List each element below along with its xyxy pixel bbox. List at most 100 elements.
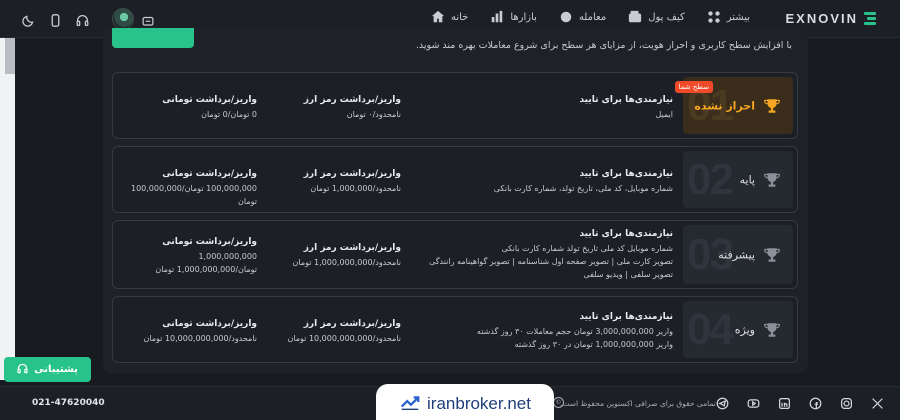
- grid-icon: [707, 10, 721, 24]
- moon-icon[interactable]: [22, 12, 35, 31]
- toman-limit-title: واریز/برداشت تومانی: [162, 237, 257, 247]
- support-button[interactable]: پشتیبانی: [4, 357, 91, 382]
- instagram-icon[interactable]: [840, 397, 853, 410]
- requirement-item: واریز 3,000,000,000 تومان حجم معاملات ۳۰…: [476, 327, 673, 336]
- intro-text: با افزایش سطح کاربری و احراز هویت، از مز…: [415, 40, 792, 51]
- nav-home[interactable]: خانه: [431, 10, 468, 24]
- level-name: پیشرفته: [718, 248, 755, 261]
- iranbroker-watermark: iranbroker.net: [376, 384, 554, 420]
- logo-text: EXNOVIN: [785, 11, 858, 26]
- level-card-3: 03 پیشرفته نیازمندی‌ها برای تایید شماره …: [112, 220, 798, 289]
- nav-home-label: خانه: [450, 11, 469, 23]
- crypto-limit-value: نامحدود/1,000,000,000 تومان: [292, 258, 401, 267]
- x-icon[interactable]: [871, 397, 884, 410]
- level-name: پایه: [739, 173, 755, 186]
- facebook-icon[interactable]: [809, 397, 822, 410]
- nav-markets-label: بازارها: [510, 11, 537, 23]
- level-badge-4: 04 ویژه: [683, 301, 793, 358]
- requirements-column: نیازمندی‌ها برای تایید شماره موبایل کد م…: [429, 229, 673, 281]
- current-level-badge: سطح شما: [674, 81, 713, 93]
- requirement-item: ایمیل: [655, 110, 673, 119]
- trophy-icon: [763, 321, 781, 339]
- trophy-icon: [763, 246, 781, 264]
- crypto-limit-column: واریز/برداشت رمز ارز نامحدود/1,000,000,0…: [293, 243, 401, 269]
- crypto-limit-value: نامحدود/1,000,000 تومان: [310, 184, 401, 193]
- toman-limit-column: واریز/برداشت تومانی 100,000,000 تومان/10…: [117, 169, 257, 208]
- crypto-limit-title: واریز/برداشت رمز ارز: [303, 243, 401, 253]
- crypto-limit-title: واریز/برداشت رمز ارز: [303, 95, 401, 105]
- requirement-item: شماره موبایل کد ملی تاریخ تولد شماره کار…: [501, 244, 674, 253]
- nav-trade[interactable]: معامله: [559, 10, 606, 24]
- copyright-text: تمامی حقوق برای صرافی اکسنوین محفوظ است.: [560, 399, 716, 408]
- level-number: 04: [687, 304, 734, 354]
- requirement-item: تصویر کارت ملی | تصویر صفحه اول شناسنامه…: [429, 257, 673, 266]
- trophy-icon: [763, 97, 781, 115]
- toman-limit-column: واریز/برداشت تومانی 0 تومان/0 تومان: [117, 95, 257, 121]
- level-badge-3: 03 پیشرفته: [683, 225, 793, 284]
- nav-wallet[interactable]: کیف پول: [628, 10, 685, 24]
- level-badge-2: 02 پایه: [683, 151, 793, 208]
- level-card-4: 04 ویژه نیازمندی‌ها برای تایید واریز 3,0…: [112, 296, 798, 363]
- logo-mark-icon: [864, 11, 876, 26]
- scrollbar-thumb[interactable]: [5, 38, 15, 74]
- requirements-column: نیازمندی‌ها برای تایید واریز 3,000,000,0…: [477, 312, 673, 351]
- nav-more[interactable]: بیشتر: [707, 10, 750, 24]
- toman-limit-value: نامحدود/10,000,000,000 تومان: [143, 334, 257, 343]
- nav-wallet-label: کیف پول: [648, 11, 685, 23]
- chart-logo-icon: [399, 391, 421, 417]
- exnovin-logo[interactable]: EXNOVIN: [785, 11, 876, 26]
- crypto-limit-title: واریز/برداشت رمز ارز: [303, 319, 401, 329]
- requirements-title: نیازمندی‌ها برای تایید: [579, 229, 673, 239]
- support-phone[interactable]: 021-47620040: [32, 398, 105, 408]
- upgrade-button[interactable]: [112, 28, 194, 48]
- level-card-2: 02 پایه نیازمندی‌ها برای تایید شماره موب…: [112, 146, 798, 213]
- scrollbar[interactable]: [0, 38, 15, 380]
- linkedin-icon[interactable]: [778, 397, 791, 410]
- headset-icon[interactable]: [76, 12, 89, 31]
- nav-more-label: بیشتر: [726, 11, 750, 23]
- requirement-item: واریز 1,000,000,000 تومان در ۳۰ روز گذشت…: [514, 340, 673, 349]
- crypto-limit-value: نامحدود/10,000,000,000 تومان: [287, 334, 401, 343]
- headset-icon: [17, 363, 28, 377]
- requirement-item: تصویر سلفی | ویدیو سلفی: [583, 270, 673, 279]
- main-nav: خانه بازارها معامله کیف پول بیشتر: [431, 10, 750, 24]
- toman-limit-column: واریز/برداشت تومانی نامحدود/10,000,000,0…: [117, 319, 257, 345]
- crypto-limit-column: واریز/برداشت رمز ارز نامحدود/۰ تومان: [304, 95, 401, 121]
- crypto-limit-title: واریز/برداشت رمز ارز: [303, 169, 401, 179]
- nav-markets[interactable]: بازارها: [490, 10, 537, 24]
- home-icon: [431, 10, 445, 24]
- crypto-limit-column: واریز/برداشت رمز ارز نامحدود/10,000,000,…: [287, 319, 401, 345]
- requirements-column: نیازمندی‌ها برای تایید شماره موبایل، کد …: [494, 169, 673, 195]
- bar-chart-icon: [490, 10, 504, 24]
- trade-icon: [559, 10, 573, 24]
- nav-trade-label: معامله: [578, 11, 607, 23]
- crypto-limit-column: واریز/برداشت رمز ارز نامحدود/1,000,000 ت…: [304, 169, 401, 195]
- level-name: ویژه: [734, 323, 755, 336]
- requirements-title: نیازمندی‌ها برای تایید: [579, 312, 673, 322]
- avatar[interactable]: [112, 8, 134, 30]
- level-card-1: 01 احراز نشده سطح شما نیازمندی‌ها برای ت…: [112, 72, 798, 139]
- header-tools: [22, 12, 89, 31]
- crypto-limit-value: نامحدود/۰ تومان: [346, 110, 401, 119]
- toman-limit-value: 100,000,000 تومان/100,000,000 تومان: [130, 184, 257, 206]
- toman-limit-title: واریز/برداشت تومانی: [162, 169, 257, 179]
- requirements-title: نیازمندی‌ها برای تایید: [579, 95, 673, 105]
- wallet-icon: [628, 10, 642, 24]
- requirements-column: نیازمندی‌ها برای تایید ایمیل: [579, 95, 673, 121]
- toman-limit-column: واریز/برداشت تومانی 1,000,000,000 تومان/…: [117, 237, 257, 276]
- support-label: پشتیبانی: [34, 364, 78, 375]
- level-name: احراز نشده: [694, 99, 755, 112]
- mobile-icon[interactable]: [49, 12, 62, 31]
- telegram-icon[interactable]: [716, 397, 729, 410]
- toman-limit-title: واریز/برداشت تومانی: [162, 319, 257, 329]
- toman-limit-value: 0 تومان/0 تومان: [201, 110, 257, 119]
- level-number: 02: [687, 154, 734, 204]
- requirements-title: نیازمندی‌ها برای تایید: [579, 169, 673, 179]
- requirement-item: شماره موبایل، کد ملی، تاریخ تولد، شماره …: [493, 184, 673, 193]
- toman-limit-value: 1,000,000,000 تومان/1,000,000,000 تومان: [155, 252, 257, 274]
- trophy-icon: [763, 171, 781, 189]
- toman-limit-title: واریز/برداشت تومانی: [162, 95, 257, 105]
- youtube-icon[interactable]: [747, 397, 760, 410]
- message-icon[interactable]: [142, 13, 154, 26]
- watermark-text: iranbroker.net: [427, 394, 531, 413]
